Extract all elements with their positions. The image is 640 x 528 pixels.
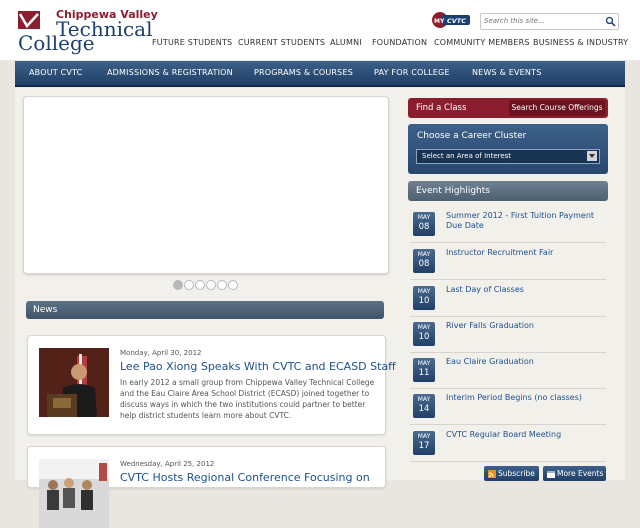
event-day: 17	[418, 441, 430, 451]
event-month: MAY	[417, 214, 431, 221]
event-day: 08	[418, 259, 430, 269]
slider-dot[interactable]	[228, 280, 238, 290]
my-cvtc-my-text: MY	[434, 18, 445, 25]
calendar-date-badge: MAY 17	[413, 431, 435, 455]
news-title-link[interactable]: CVTC Hosts Regional Conference Focusing …	[120, 471, 370, 484]
news-heading: News	[33, 305, 58, 315]
nav-news-events[interactable]: NEWS & EVENTS	[472, 68, 541, 77]
career-cluster-select[interactable]: Select an Area of Interest	[416, 149, 600, 164]
topnav-current-students[interactable]: CURRENT STUDENTS	[238, 38, 325, 47]
career-cluster-label: Choose a Career Cluster	[417, 131, 527, 141]
event-highlights-heading: Event Highlights	[416, 186, 490, 196]
event-month: MAY	[417, 251, 431, 258]
search-icon[interactable]	[605, 16, 616, 27]
news-heading-bar: News	[26, 301, 384, 319]
event-title-link[interactable]: Instructor Recruitment Fair	[446, 248, 606, 258]
nav-programs-courses[interactable]: PROGRAMS & COURSES	[254, 68, 353, 77]
nav-pay-for-college[interactable]: PAY FOR COLLEGE	[374, 68, 450, 77]
event-day: 11	[418, 368, 430, 378]
slider-dot[interactable]	[173, 280, 183, 290]
my-cvtc-cvtc-text: CVTC	[447, 17, 466, 25]
topnav-alumni[interactable]: ALUMNI	[330, 38, 362, 47]
event-title-link[interactable]: Interim Period Begins (no classes)	[446, 393, 606, 403]
subscribe-label: Subscribe	[498, 469, 535, 478]
career-cluster-panel: Choose a Career Cluster Select an Area o…	[408, 124, 608, 174]
calendar-date-badge: MAY 10	[413, 322, 435, 346]
topnav-community-members[interactable]: COMMUNITY MEMBERS	[434, 38, 530, 47]
slider-pagination	[173, 280, 243, 290]
event-month: MAY	[417, 360, 431, 367]
event-item: MAY 08 Summer 2012 - First Tuition Payme…	[410, 208, 606, 243]
event-title-link[interactable]: Last Day of Classes	[446, 285, 606, 295]
calendar-date-badge: MAY 11	[413, 358, 435, 382]
rss-icon	[488, 469, 496, 478]
event-month: MAY	[417, 324, 431, 331]
news-date: Wednesday, April 25, 2012	[120, 460, 215, 468]
event-title-link[interactable]: CVTC Regular Board Meeting	[446, 430, 606, 440]
feature-slider[interactable]	[23, 96, 389, 274]
event-day: 10	[418, 332, 430, 342]
find-a-class-label: Find a Class	[416, 103, 467, 113]
event-title-link[interactable]: River Falls Graduation	[446, 321, 606, 331]
cvtc-logo-mark	[18, 11, 40, 29]
slider-dot[interactable]	[195, 280, 205, 290]
event-item: MAY 11 Eau Claire Graduation	[410, 354, 606, 389]
my-cvtc-link[interactable]: MY CVTC	[432, 12, 470, 28]
event-day: 14	[418, 404, 430, 414]
event-item: MAY 14 Interim Period Begins (no classes…	[410, 390, 606, 425]
event-day: 10	[418, 296, 430, 306]
event-title-link[interactable]: Summer 2012 - First Tuition Payment Due …	[446, 211, 606, 231]
event-title-link[interactable]: Eau Claire Graduation	[446, 357, 606, 367]
more-events-button[interactable]: More Events	[543, 466, 606, 481]
calendar-date-badge: MAY 10	[413, 286, 435, 310]
find-a-class-bar: Find a Class Search Course Offerings	[408, 98, 608, 118]
topnav-foundation[interactable]: FOUNDATION	[372, 38, 427, 47]
nav-about-cvtc[interactable]: ABOUT CVTC	[29, 68, 82, 77]
slider-dot[interactable]	[184, 280, 194, 290]
career-cluster-select-value: Select an Area of Interest	[422, 152, 512, 160]
audience-nav: FUTURE STUDENTS CURRENT STUDENTS ALUMNI …	[0, 38, 640, 50]
event-month: MAY	[417, 433, 431, 440]
main-nav: ABOUT CVTC ADMISSIONS & REGISTRATION PRO…	[15, 61, 625, 87]
event-month: MAY	[417, 396, 431, 403]
topnav-future-students[interactable]: FUTURE STUDENTS	[152, 38, 232, 47]
news-title-link[interactable]: Lee Pao Xiong Speaks With CVTC and ECASD…	[120, 360, 396, 373]
slider-dot[interactable]	[217, 280, 227, 290]
calendar-date-badge: MAY 14	[413, 394, 435, 418]
site-search	[480, 13, 619, 30]
calendar-icon	[547, 470, 555, 478]
event-day: 08	[418, 222, 430, 232]
subscribe-button[interactable]: Subscribe	[484, 466, 539, 481]
search-input[interactable]	[484, 16, 599, 26]
news-date: Monday, April 30, 2012	[120, 349, 202, 357]
slider-dot[interactable]	[206, 280, 216, 290]
event-month: MAY	[417, 288, 431, 295]
topnav-business-industry[interactable]: BUSINESS & INDUSTRY	[533, 38, 628, 47]
event-highlights-heading-bar: Event Highlights	[408, 181, 608, 201]
event-item: MAY 10 River Falls Graduation	[410, 318, 606, 353]
calendar-date-badge: MAY 08	[413, 212, 435, 236]
event-item: MAY 17 CVTC Regular Board Meeting	[410, 427, 606, 462]
news-item: Wednesday, April 25, 2012 CVTC Hosts Reg…	[27, 446, 386, 528]
news-item: Monday, April 30, 2012 Lee Pao Xiong Spe…	[27, 335, 396, 435]
chevron-down-icon[interactable]	[587, 151, 597, 161]
news-photo-conference[interactable]	[39, 459, 109, 528]
news-summary: In early 2012 a small group from Chippew…	[120, 378, 375, 420]
site-header: Chippewa Valley Technical College MY CVT…	[0, 0, 640, 60]
event-item: MAY 08 Instructor Recruitment Fair	[410, 245, 606, 280]
search-course-offerings-button[interactable]: Search Course Offerings	[509, 100, 605, 116]
more-events-label: More Events	[557, 469, 604, 478]
event-item: MAY 10 Last Day of Classes	[410, 282, 606, 317]
nav-admissions-registration[interactable]: ADMISSIONS & REGISTRATION	[107, 68, 233, 77]
news-photo-speaker[interactable]	[39, 348, 109, 417]
calendar-date-badge: MAY 08	[413, 249, 435, 273]
